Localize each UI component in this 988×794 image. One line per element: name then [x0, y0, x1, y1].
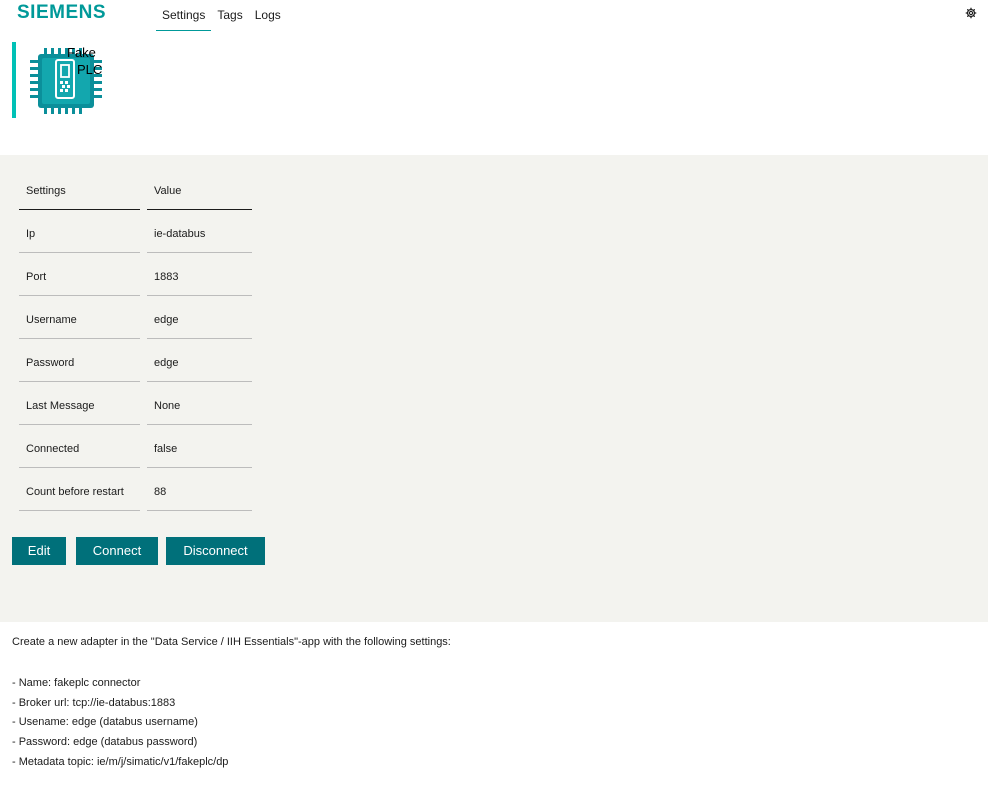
connect-button[interactable]: Connect	[76, 537, 158, 565]
instruction-item: - Broker url: tcp://ie-databus:1883	[12, 697, 176, 709]
setting-value: ie-databus	[147, 217, 252, 253]
app-title-line2: PLC	[77, 62, 103, 77]
app-title-line1: Fake	[67, 45, 96, 60]
table-row: Ip ie-databus	[19, 217, 259, 260]
setting-value: None	[147, 389, 252, 425]
setting-name: Username	[19, 303, 140, 339]
setting-name: Password	[19, 346, 140, 382]
tab-logs[interactable]: Logs	[249, 0, 287, 31]
setting-value: 88	[147, 475, 252, 511]
setting-value: 1883	[147, 260, 252, 296]
setting-value: edge	[147, 303, 252, 339]
setting-name: Connected	[19, 432, 140, 468]
column-header-settings: Settings	[19, 174, 140, 210]
table-row: Password edge	[19, 346, 259, 389]
nav-tabs: Settings Tags Logs	[156, 0, 287, 31]
table-row: Connected false	[19, 432, 259, 475]
setting-name: Last Message	[19, 389, 140, 425]
app-accent-bar	[12, 42, 16, 118]
setting-name: Count before restart	[19, 475, 140, 511]
table-row: Username edge	[19, 303, 259, 346]
edit-button[interactable]: Edit	[12, 537, 66, 565]
setting-value: false	[147, 432, 252, 468]
disconnect-button[interactable]: Disconnect	[166, 537, 265, 565]
column-header-value: Value	[147, 174, 252, 210]
table-row: Last Message None	[19, 389, 259, 432]
top-header: SIEMENS Settings Tags Logs	[0, 0, 988, 34]
table-header-row: Settings Value	[19, 174, 259, 217]
instruction-item: - Metadata topic: ie/m/j/simatic/v1/fake…	[12, 756, 229, 768]
tab-tags[interactable]: Tags	[211, 0, 248, 31]
instruction-item: - Usename: edge (databus username)	[12, 716, 198, 728]
table-row: Count before restart 88	[19, 475, 259, 518]
table-row: Port 1883	[19, 260, 259, 303]
gear-icon[interactable]	[965, 7, 977, 19]
siemens-logo: SIEMENS	[17, 2, 107, 23]
tab-settings[interactable]: Settings	[156, 0, 212, 31]
setting-name: Ip	[19, 217, 140, 253]
app-title: Fake PLC	[67, 44, 107, 78]
setting-value: edge	[147, 346, 252, 382]
instruction-item: - Password: edge (databus password)	[12, 736, 198, 748]
instructions-intro: Create a new adapter in the "Data Servic…	[12, 636, 451, 648]
instruction-item: - Name: fakeplc connector	[12, 677, 141, 689]
setting-name: Port	[19, 260, 140, 296]
